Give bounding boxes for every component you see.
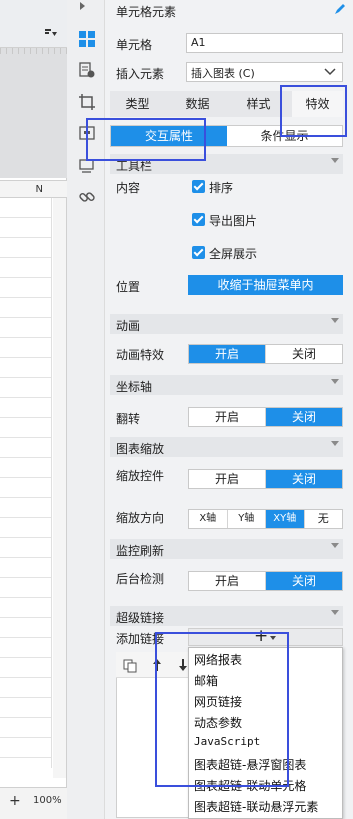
highlight-link-menu: [155, 632, 289, 787]
background-check-on-option[interactable]: 开启: [189, 572, 266, 590]
insert-element-label: 插入元素: [116, 67, 165, 81]
hyperlink-section[interactable]: 超级链接: [110, 606, 343, 626]
content-label: 内容: [116, 181, 141, 195]
background-check-off-option[interactable]: 关闭: [266, 572, 342, 590]
position-label: 位置: [116, 280, 141, 294]
column-header-label: N: [35, 184, 43, 195]
chevron-down-icon[interactable]: [323, 66, 341, 80]
zoom-control-on-option[interactable]: 开启: [189, 470, 266, 488]
format-dropdown-icon[interactable]: [44, 27, 58, 42]
fullscreen-checkbox-label: 全屏展示: [209, 247, 258, 261]
chevron-down-icon: [331, 379, 339, 384]
monitor-refresh-section-title: 监控刷新: [116, 544, 165, 558]
column-header[interactable]: N: [0, 180, 67, 198]
axis-section-title: 坐标轴: [116, 380, 153, 394]
animation-effect-label: 动画特效: [116, 348, 165, 362]
expand-arrow-icon[interactable]: [80, 2, 85, 10]
fullscreen-checkbox[interactable]: [192, 246, 205, 259]
menu-item-linked-float[interactable]: 图表超链-联动悬浮元素: [194, 798, 318, 815]
chart-zoom-section[interactable]: 图表缩放: [110, 437, 343, 457]
cell-grid[interactable]: [0, 198, 52, 768]
flip-toggle[interactable]: 开启 关闭: [188, 407, 343, 427]
zoom-level[interactable]: 100%: [33, 795, 62, 806]
animation-off-option[interactable]: 关闭: [266, 345, 342, 363]
position-button[interactable]: 收缩于抽屉菜单内: [188, 275, 343, 295]
axis-section[interactable]: 坐标轴: [110, 375, 343, 395]
zoom-direction-selector[interactable]: X轴 Y轴 XY轴 无: [188, 509, 343, 529]
insert-element-select[interactable]: 插入图表 (C): [186, 62, 343, 82]
tab-type[interactable]: 类型: [110, 91, 165, 117]
cell-element-icon[interactable]: [79, 31, 95, 47]
highlight-effects-tab: [280, 85, 347, 137]
highlight-interaction-subtab: [86, 118, 206, 161]
animation-toggle[interactable]: 开启 关闭: [188, 344, 343, 364]
zoom-control-toggle[interactable]: 开启 关闭: [188, 469, 343, 489]
copy-icon[interactable]: [123, 659, 137, 676]
direction-none-option[interactable]: 无: [305, 510, 343, 528]
monitor-refresh-section[interactable]: 监控刷新: [110, 539, 343, 559]
export-checkbox[interactable]: [192, 213, 205, 226]
edit-icon[interactable]: [334, 3, 346, 18]
direction-y-option[interactable]: Y轴: [228, 510, 266, 528]
flip-label: 翻转: [116, 412, 141, 426]
chevron-down-icon: [331, 318, 339, 323]
flip-on-option[interactable]: 开启: [189, 408, 266, 426]
cell-label: 单元格: [116, 38, 153, 52]
animation-section-title: 动画: [116, 319, 141, 333]
chart-zoom-section-title: 图表缩放: [116, 442, 165, 456]
direction-xy-option[interactable]: XY轴: [266, 510, 305, 528]
tab-style[interactable]: 样式: [231, 91, 286, 117]
chevron-down-icon: [331, 610, 339, 615]
hyperlink-section-title: 超级链接: [116, 611, 165, 625]
zoom-control-label: 缩放控件: [116, 469, 165, 483]
flip-off-option[interactable]: 关闭: [266, 408, 342, 426]
cell-input[interactable]: A1: [186, 33, 343, 53]
zoom-control-off-option[interactable]: 关闭: [266, 470, 342, 488]
crop-icon[interactable]: [79, 94, 95, 110]
sort-checkbox[interactable]: [192, 180, 205, 193]
animation-section[interactable]: 动画: [110, 314, 343, 334]
animation-on-option[interactable]: 开启: [189, 345, 266, 363]
background-check-label: 后台检测: [116, 572, 165, 586]
chevron-down-icon: [331, 158, 339, 163]
background-check-toggle[interactable]: 开启 关闭: [188, 571, 343, 591]
zoom-in-button[interactable]: +: [9, 793, 21, 809]
chevron-down-icon: [331, 543, 339, 548]
cell-attribute-icon[interactable]: [79, 62, 95, 78]
vertical-scrollbar[interactable]: [53, 198, 66, 778]
chevron-down-icon: [331, 441, 339, 446]
tab-data[interactable]: 数据: [170, 91, 225, 117]
panel-title: 单元格元素: [116, 5, 177, 19]
direction-x-option[interactable]: X轴: [189, 510, 228, 528]
link-icon[interactable]: [79, 189, 95, 205]
sort-checkbox-label: 排序: [209, 181, 234, 195]
export-checkbox-label: 导出图片: [209, 214, 258, 228]
insert-element-value: 插入图表 (C): [191, 67, 255, 80]
chart-area-preview: [0, 48, 67, 178]
zoom-direction-label: 缩放方向: [116, 511, 165, 525]
